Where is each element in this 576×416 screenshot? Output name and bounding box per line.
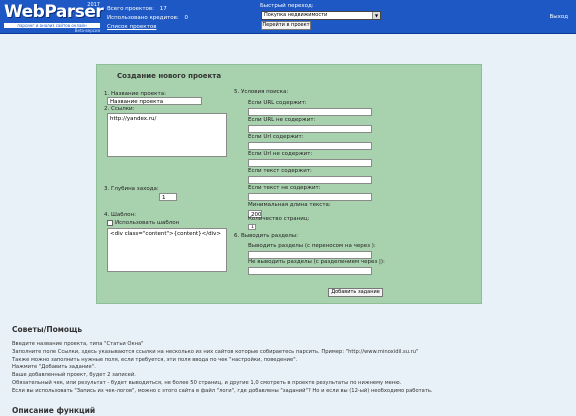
projects-label: Всего проектов: (107, 6, 155, 12)
cond-label-1: Если URL не содержит: (248, 117, 316, 123)
depth-input[interactable]: 1 (159, 193, 177, 201)
project-name-input[interactable]: Название проекта (107, 97, 202, 105)
urls-textarea[interactable]: http://yandex.ru/ (107, 113, 227, 157)
cond-label-3: Если Url не содержит: (248, 151, 313, 157)
new-project-panel: Создание нового проекта 1. Название прое… (96, 64, 482, 304)
logo[interactable]: WebParser 2017 парсинг и анализ сайтов о… (4, 2, 104, 33)
cond-input-2[interactable] (248, 142, 372, 150)
tip-line: Также можно заполнить нужные поля, если … (12, 356, 298, 363)
cond-label-5: Если текст не содержит: (248, 185, 321, 191)
tip-line: Нажмите "Добавить задание". (12, 364, 96, 371)
separator2-label: Не выводить разделы (с разделением через… (248, 259, 385, 265)
quick-jump-button[interactable]: Перейти в проект (261, 21, 311, 30)
chevron-down-icon[interactable]: ▼ (372, 12, 380, 19)
cond-input-4[interactable] (248, 176, 372, 184)
extract-label: 4. Шаблон: (104, 212, 136, 218)
quick-jump-label: Быстрый переход: (260, 3, 314, 9)
depth-label: 3. Глубина захода: (104, 186, 159, 192)
top-bar: WebParser 2017 парсинг и анализ сайтов о… (0, 0, 576, 34)
separator2-input[interactable] (248, 267, 372, 275)
cond-input-1[interactable] (248, 125, 372, 133)
stats-block: Всего проектов: 17 Использовано кредитов… (107, 5, 188, 32)
conditions-label: 5. Условия поиска: (234, 89, 289, 95)
urls-label: 2. Ссылки: (104, 106, 135, 112)
cond-input-5[interactable] (248, 193, 372, 201)
stats-results: Использовано кредитов: 0 (107, 14, 188, 23)
cond-label-4: Если текст содержит: (248, 168, 312, 174)
cond-label-0: Если URL содержит: (248, 100, 307, 106)
tip-line: Заполните поле Ссылки, здесь указываются… (12, 348, 419, 355)
logo-year: 2017 (87, 2, 100, 8)
quick-jump-value: Покупка недвижимости (264, 12, 328, 18)
functions-title: Описание функций (12, 406, 96, 415)
template-checkbox-label: Использовать шаблон (115, 220, 180, 226)
tip-line: Ваше добавленный проект, будет 2 записей… (12, 372, 136, 379)
cond-label-2: Если Url содержит: (248, 134, 304, 140)
tip-line: Обязательный чек, или результат - будет … (12, 379, 402, 386)
results-count: 0 (184, 15, 188, 21)
separator-label: Выводить разделы (с переносом на через )… (248, 243, 376, 249)
stats-projects: Всего проектов: 17 (107, 5, 188, 14)
max-pages-label: Количество страниц: (248, 216, 310, 222)
panel-title: Создание нового проекта (117, 72, 222, 80)
projects-count: 17 (159, 6, 167, 12)
template-checkbox[interactable] (107, 220, 113, 226)
min-length-label: Минимальная длина текста: (248, 202, 331, 208)
template-textarea[interactable]: <div class="content">{content}</div> (107, 228, 227, 272)
max-pages-input[interactable]: 1 (248, 224, 256, 230)
cond-input-3[interactable] (248, 159, 372, 167)
logo-version: Beta-версия (74, 28, 100, 33)
add-task-button[interactable]: Добавить задание (328, 288, 383, 297)
tip-line: Введите название проекта, типа "Статьи О… (12, 341, 144, 347)
separator-input[interactable] (248, 251, 372, 259)
tip-line: Если вы использовать "Запись из чек-лого… (12, 387, 433, 394)
tips-list: Введите название проекта, типа "Статьи О… (12, 341, 572, 396)
cond-input-0[interactable] (248, 108, 372, 116)
tips-title: Советы/Помощь (12, 325, 83, 334)
quick-jump-select[interactable]: Покупка недвижимости ▼ (261, 11, 381, 20)
projects-list-link[interactable]: Список проектов (107, 24, 156, 30)
results-label: Использовано кредитов: (107, 15, 179, 21)
extra-label: 6. Выводить разделы: (234, 233, 298, 239)
logout-link[interactable]: Выход (549, 14, 568, 20)
